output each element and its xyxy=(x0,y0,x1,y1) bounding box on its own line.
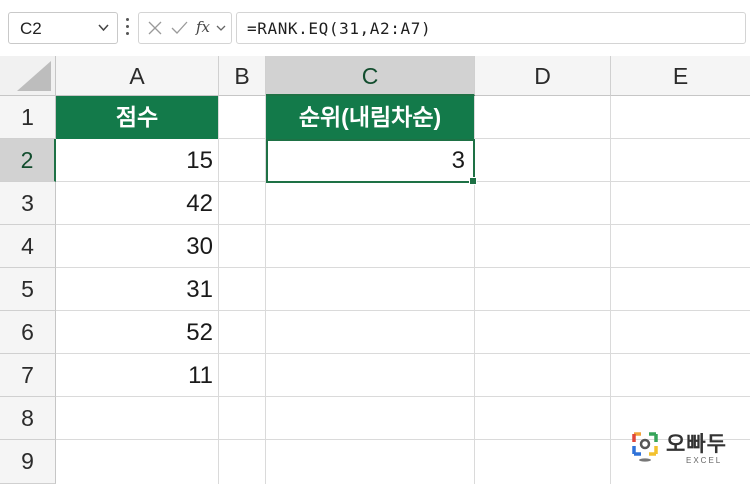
column-header-a[interactable]: A xyxy=(56,56,219,96)
cell-c2: 3 xyxy=(451,147,465,174)
brand-watermark: 오빠두 EXCEL xyxy=(632,428,744,468)
cell-a2[interactable]: 15 xyxy=(56,139,213,182)
formula-bar: C2 fx =RANK.EQ(31,A2:A7) xyxy=(0,0,750,56)
row-header-6[interactable]: 6 xyxy=(0,311,56,354)
gridline xyxy=(610,96,611,484)
chevron-down-icon[interactable] xyxy=(216,25,226,32)
cell-a3[interactable]: 42 xyxy=(56,182,213,225)
column-header-d[interactable]: D xyxy=(475,56,611,96)
cell-a5[interactable]: 31 xyxy=(56,268,213,311)
oppadu-logo-icon xyxy=(632,432,658,462)
chevron-down-icon[interactable] xyxy=(98,24,109,32)
cell-c1[interactable]: 순위(내림차순) xyxy=(266,96,474,139)
brand-name: 오빠두 xyxy=(666,432,727,456)
column-header-b[interactable]: B xyxy=(219,56,266,96)
gridline xyxy=(218,96,219,484)
row-header-7[interactable]: 7 xyxy=(0,354,56,397)
insert-function-icon[interactable]: fx xyxy=(196,18,210,36)
formula-buttons: fx xyxy=(138,12,232,44)
active-cell-c2[interactable]: 3 xyxy=(266,139,475,183)
confirm-check-icon[interactable] xyxy=(171,20,188,36)
column-header-e[interactable]: E xyxy=(611,56,750,96)
row-header-9[interactable]: 9 xyxy=(0,440,56,484)
more-options-icon[interactable] xyxy=(124,14,130,42)
spreadsheet-grid: A B C D E 1 2 3 4 5 6 7 8 9 점수 순위(내림차순) … xyxy=(0,56,750,484)
row-header-8[interactable]: 8 xyxy=(0,397,56,440)
fill-handle[interactable] xyxy=(469,177,477,185)
row-header-1[interactable]: 1 xyxy=(0,96,56,139)
brand-sub: EXCEL xyxy=(686,456,723,465)
name-box[interactable]: C2 xyxy=(8,12,118,44)
cancel-icon[interactable] xyxy=(147,20,163,36)
row-header-2[interactable]: 2 xyxy=(0,139,56,182)
formula-input[interactable]: =RANK.EQ(31,A2:A7) xyxy=(236,12,746,44)
row-header-5[interactable]: 5 xyxy=(0,268,56,311)
cell-a6[interactable]: 52 xyxy=(56,311,213,354)
cell-a1[interactable]: 점수 xyxy=(56,96,218,139)
select-all-button[interactable] xyxy=(0,56,56,96)
select-all-triangle-icon xyxy=(17,61,51,91)
column-header-c[interactable]: C xyxy=(266,56,475,96)
cell-a4[interactable]: 30 xyxy=(56,225,213,268)
cell-a7[interactable]: 11 xyxy=(56,354,213,397)
formula-text: =RANK.EQ(31,A2:A7) xyxy=(247,19,432,38)
name-box-value: C2 xyxy=(20,19,42,38)
row-header-4[interactable]: 4 xyxy=(0,225,56,268)
row-header-3[interactable]: 3 xyxy=(0,182,56,225)
